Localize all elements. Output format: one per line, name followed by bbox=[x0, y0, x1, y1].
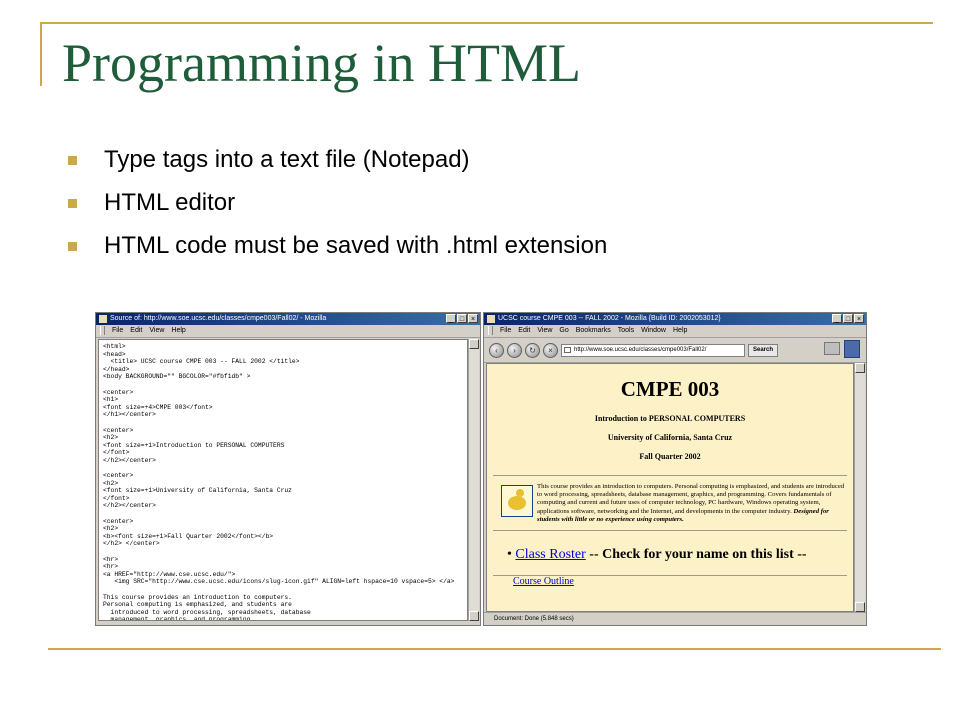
browser-window-screenshot: UCSC course CMPE 003 -- FALL 2002 - Mozi… bbox=[483, 312, 867, 626]
menu-file[interactable]: File bbox=[500, 325, 511, 337]
source-window-title: Source of: http://www.soe.ucsc.edu/class… bbox=[110, 315, 327, 322]
navigation-toolbar: ‹ › ↻ × http://www.soe.ucsc.edu/classes/… bbox=[484, 338, 866, 363]
menu-tools[interactable]: Tools bbox=[618, 325, 634, 337]
minimize-icon[interactable]: _ bbox=[832, 314, 842, 323]
horizontal-rule bbox=[493, 530, 847, 532]
toolbar-grip-icon bbox=[100, 326, 105, 335]
print-icon[interactable] bbox=[824, 342, 840, 355]
source-menubar: File Edit View Help bbox=[96, 325, 480, 338]
bullet-item: HTML code must be saved with .html exten… bbox=[68, 231, 607, 274]
minimize-icon[interactable]: _ bbox=[446, 314, 456, 323]
source-window-screenshot: Source of: http://www.soe.ucsc.edu/class… bbox=[95, 312, 481, 626]
window-controls: _ □ × bbox=[446, 314, 478, 323]
browser-menubar: File Edit View Go Bookmarks Tools Window… bbox=[484, 325, 866, 338]
course-description: This course provides an introduction to … bbox=[487, 479, 853, 530]
menu-bookmarks[interactable]: Bookmarks bbox=[576, 325, 611, 337]
menu-window[interactable]: Window bbox=[641, 325, 666, 337]
menu-edit[interactable]: Edit bbox=[518, 325, 530, 337]
term-label: Fall Quarter 2002 bbox=[639, 452, 701, 461]
menu-view[interactable]: View bbox=[537, 325, 552, 337]
scroll-up-icon[interactable] bbox=[855, 363, 865, 373]
mozilla-app-icon bbox=[487, 315, 495, 323]
close-icon[interactable]: × bbox=[468, 314, 478, 323]
stop-icon[interactable]: × bbox=[543, 342, 558, 358]
bullet-list: Type tags into a text file (Notepad) HTM… bbox=[68, 145, 607, 274]
bullet-square-icon bbox=[68, 242, 77, 251]
source-scrollbar[interactable] bbox=[468, 339, 479, 621]
class-roster-link[interactable]: Class Roster bbox=[515, 547, 585, 562]
rendered-web-page: CMPE 003 Introduction to PERSONAL COMPUT… bbox=[486, 363, 854, 612]
page-icon bbox=[564, 346, 571, 353]
window-controls: _ □ × bbox=[832, 314, 864, 323]
source-window-titlebar: Source of: http://www.soe.ucsc.edu/class… bbox=[96, 313, 480, 325]
scroll-up-icon[interactable] bbox=[469, 339, 479, 349]
forward-icon[interactable]: › bbox=[507, 342, 522, 358]
menu-edit[interactable]: Edit bbox=[130, 325, 142, 337]
url-input[interactable]: http://www.soe.ucsc.edu/classes/cmpe003/… bbox=[561, 343, 745, 357]
horizontal-rule bbox=[493, 475, 847, 476]
roster-note: -- Check for your name on this list -- bbox=[585, 547, 807, 563]
menu-view[interactable]: View bbox=[149, 325, 164, 337]
toolbar-grip-icon bbox=[488, 326, 493, 335]
course-title: Introduction to PERSONAL COMPUTERS bbox=[594, 414, 746, 423]
reload-icon[interactable]: ↻ bbox=[525, 342, 540, 358]
bullet-item: Type tags into a text file (Notepad) bbox=[68, 145, 607, 188]
menu-file[interactable]: File bbox=[112, 325, 123, 337]
slide-title: Programming in HTML bbox=[62, 33, 581, 93]
top-rule bbox=[40, 22, 933, 24]
browser-window-titlebar: UCSC course CMPE 003 -- FALL 2002 - Mozi… bbox=[484, 313, 866, 325]
back-icon[interactable]: ‹ bbox=[489, 342, 504, 358]
menu-go[interactable]: Go bbox=[559, 325, 568, 337]
mozilla-throbber-icon bbox=[844, 340, 860, 358]
bullet-square-icon bbox=[68, 199, 77, 208]
page-heading: CMPE 003 bbox=[620, 377, 720, 401]
slug-mascot-icon[interactable] bbox=[501, 485, 533, 517]
course-outline-link[interactable]: Course Outline bbox=[513, 576, 853, 587]
roster-line: • Class Roster -- Check for your name on… bbox=[507, 547, 853, 563]
browser-window-title: UCSC course CMPE 003 -- FALL 2002 - Mozi… bbox=[498, 315, 721, 322]
menu-help[interactable]: Help bbox=[673, 325, 687, 337]
search-button[interactable]: Search bbox=[748, 343, 779, 357]
maximize-icon[interactable]: □ bbox=[843, 314, 853, 323]
scroll-down-icon[interactable] bbox=[469, 611, 479, 621]
html-source-code: <html> <head> <title> UCSC course CMPE 0… bbox=[98, 339, 468, 621]
bullet-item: HTML editor bbox=[68, 188, 607, 231]
menu-help[interactable]: Help bbox=[171, 325, 185, 337]
close-icon[interactable]: × bbox=[854, 314, 864, 323]
status-bar: Document: Done (5.848 secs) bbox=[484, 612, 866, 625]
mozilla-app-icon bbox=[99, 315, 107, 323]
left-rule bbox=[40, 22, 42, 86]
bullet-square-icon bbox=[68, 156, 77, 165]
bottom-rule bbox=[48, 648, 941, 650]
university-name: University of California, Santa Cruz bbox=[607, 433, 733, 442]
maximize-icon[interactable]: □ bbox=[457, 314, 467, 323]
scroll-down-icon[interactable] bbox=[855, 602, 865, 612]
browser-scrollbar[interactable] bbox=[854, 363, 865, 612]
